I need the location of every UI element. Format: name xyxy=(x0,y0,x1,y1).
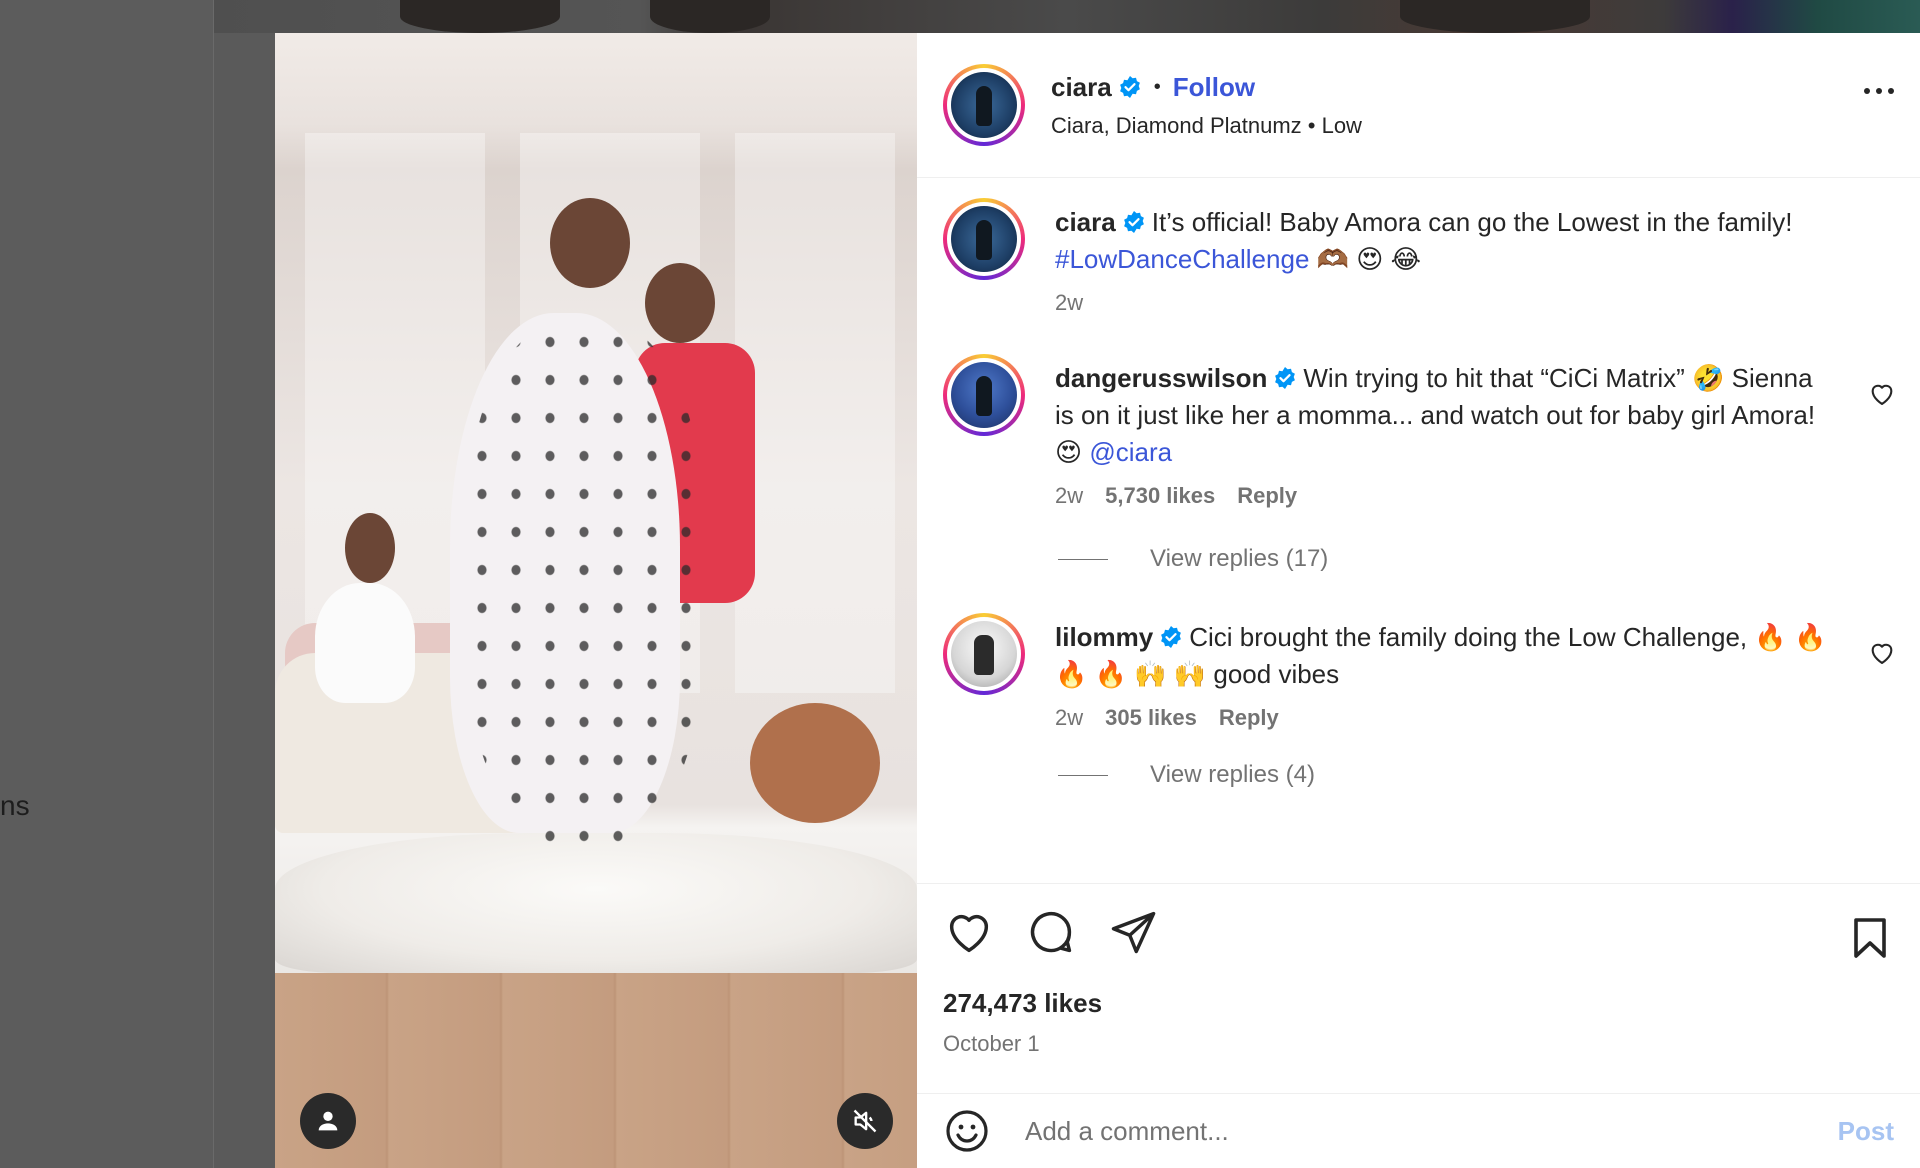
caption-timestamp[interactable]: 2w xyxy=(1055,290,1083,316)
view-replies-button[interactable]: View replies (4) xyxy=(1058,761,1896,789)
post-details-panel: ciara • Follow Ciara, Diamond Platnumz •… xyxy=(917,33,1920,1168)
comment-body: lilommy Cici brought the family doing the… xyxy=(1055,613,1896,731)
verified-badge-icon xyxy=(1119,76,1140,98)
video-scene-child xyxy=(315,583,415,703)
avatar-border xyxy=(947,202,1021,276)
emoji-smiley-icon[interactable] xyxy=(943,1107,991,1155)
verified-badge-icon xyxy=(1161,626,1182,648)
comments-list[interactable]: ciara It’s official! Baby Amora can go th… xyxy=(917,178,1920,883)
verified-badge-icon xyxy=(1275,367,1296,389)
view-replies-button[interactable]: View replies (17) xyxy=(1058,545,1896,573)
header-text: ciara • Follow Ciara, Diamond Platnumz •… xyxy=(1051,72,1362,139)
comment-like-count[interactable]: 5,730 likes xyxy=(1105,483,1215,509)
user-icon xyxy=(318,1111,338,1131)
replies-divider-line xyxy=(1058,774,1108,776)
commenter-avatar[interactable] xyxy=(943,613,1025,695)
separator-dot: • xyxy=(1153,75,1161,98)
view-replies-label: View replies (4) xyxy=(1150,761,1315,788)
more-options-button[interactable] xyxy=(1864,88,1894,94)
view-replies-label: View replies (17) xyxy=(1150,545,1329,572)
comment-timestamp[interactable]: 2w xyxy=(1055,705,1083,731)
mention-link[interactable]: @ciara xyxy=(1089,437,1172,467)
comment-like-heart-icon[interactable] xyxy=(1868,380,1896,408)
post-comment-button[interactable]: Post xyxy=(1838,1116,1894,1147)
author-username[interactable]: ciara xyxy=(1051,72,1112,103)
avatar-border xyxy=(947,68,1021,142)
post-like-count[interactable]: 274,473 likes xyxy=(943,988,1894,1019)
author-avatar[interactable] xyxy=(943,64,1025,146)
background-thumbnail xyxy=(650,0,770,33)
post-date[interactable]: October 1 xyxy=(943,1031,1894,1057)
mute-button[interactable] xyxy=(837,1093,893,1149)
comment-like-count[interactable]: 305 likes xyxy=(1105,705,1197,731)
video-scene-wall xyxy=(735,133,895,693)
video-scene-pattern xyxy=(465,323,705,843)
caption-username[interactable]: ciara xyxy=(1055,207,1116,237)
comment-username[interactable]: dangerusswilson xyxy=(1055,363,1267,393)
post-video[interactable] xyxy=(275,33,917,1168)
action-buttons xyxy=(943,906,1894,958)
caption-emoji: 🫶🏾 😍 😂 xyxy=(1316,244,1421,274)
like-heart-icon[interactable] xyxy=(943,906,995,958)
avatar-border xyxy=(947,358,1021,432)
commenter-avatar[interactable] xyxy=(943,354,1025,436)
video-scene-floor xyxy=(275,973,917,1168)
replies-divider-line xyxy=(1058,558,1108,560)
comment-input[interactable]: Add a comment... xyxy=(1025,1116,1229,1147)
hashtag-link[interactable]: #LowDanceChallenge xyxy=(1055,244,1309,274)
audio-track-link[interactable]: Ciara, Diamond Platnumz • Low xyxy=(1051,113,1362,139)
reply-button[interactable]: Reply xyxy=(1219,705,1279,731)
caption-author-avatar[interactable] xyxy=(943,198,1025,280)
post-actions: 274,473 likes October 1 xyxy=(917,883,1920,1093)
comment-item: dangerusswilson Win trying to hit that “C… xyxy=(943,354,1896,509)
comment-body: dangerusswilson Win trying to hit that “C… xyxy=(1055,354,1896,509)
background-sidebar xyxy=(0,0,214,1168)
verified-badge-icon xyxy=(1123,211,1144,233)
more-dot xyxy=(1888,88,1894,94)
share-paper-plane-icon[interactable] xyxy=(1107,906,1159,958)
avatar-figure xyxy=(976,220,992,260)
comment-timestamp[interactable]: 2w xyxy=(1055,483,1083,509)
comment-bubble-icon[interactable] xyxy=(1025,906,1077,958)
video-scene-head xyxy=(645,263,715,343)
avatar-figure xyxy=(976,376,992,416)
save-bookmark-icon[interactable] xyxy=(1846,914,1894,962)
video-scene-head xyxy=(345,513,395,583)
post-header: ciara • Follow Ciara, Diamond Platnumz •… xyxy=(917,33,1920,178)
video-scene-rug xyxy=(275,833,917,973)
background-thumbnail xyxy=(400,0,560,33)
add-comment-bar: Add a comment... Post xyxy=(917,1093,1920,1168)
avatar-figure xyxy=(976,86,992,126)
ciara-avatar-image xyxy=(951,206,1017,272)
more-dot xyxy=(1876,88,1882,94)
follow-button[interactable]: Follow xyxy=(1173,72,1255,103)
comment-like-heart-icon[interactable] xyxy=(1868,639,1896,667)
background-thumbnail xyxy=(1400,0,1590,33)
post-caption: ciara It’s official! Baby Amora can go th… xyxy=(943,198,1896,316)
dangerusswilson-avatar-image xyxy=(951,362,1017,428)
ciara-avatar-image xyxy=(951,72,1017,138)
speaker-muted-icon xyxy=(853,1109,877,1133)
avatar-border xyxy=(947,617,1021,691)
video-scene-dog xyxy=(750,703,880,823)
more-dot xyxy=(1864,88,1870,94)
post-modal: ciara • Follow Ciara, Diamond Platnumz •… xyxy=(275,33,1920,1168)
caption-body: ciara It’s official! Baby Amora can go th… xyxy=(1055,198,1896,316)
lilommy-avatar-image xyxy=(951,621,1017,687)
avatar-figure xyxy=(974,635,994,675)
video-scene-head xyxy=(550,198,630,288)
reply-button[interactable]: Reply xyxy=(1237,483,1297,509)
comment-item: lilommy Cici brought the family doing the… xyxy=(943,613,1896,731)
tagged-users-button[interactable] xyxy=(300,1093,356,1149)
caption-text: It’s official! Baby Amora can go the Low… xyxy=(1151,207,1793,237)
background-sidebar-label: ns xyxy=(0,790,30,821)
comment-username[interactable]: lilommy xyxy=(1055,622,1153,652)
